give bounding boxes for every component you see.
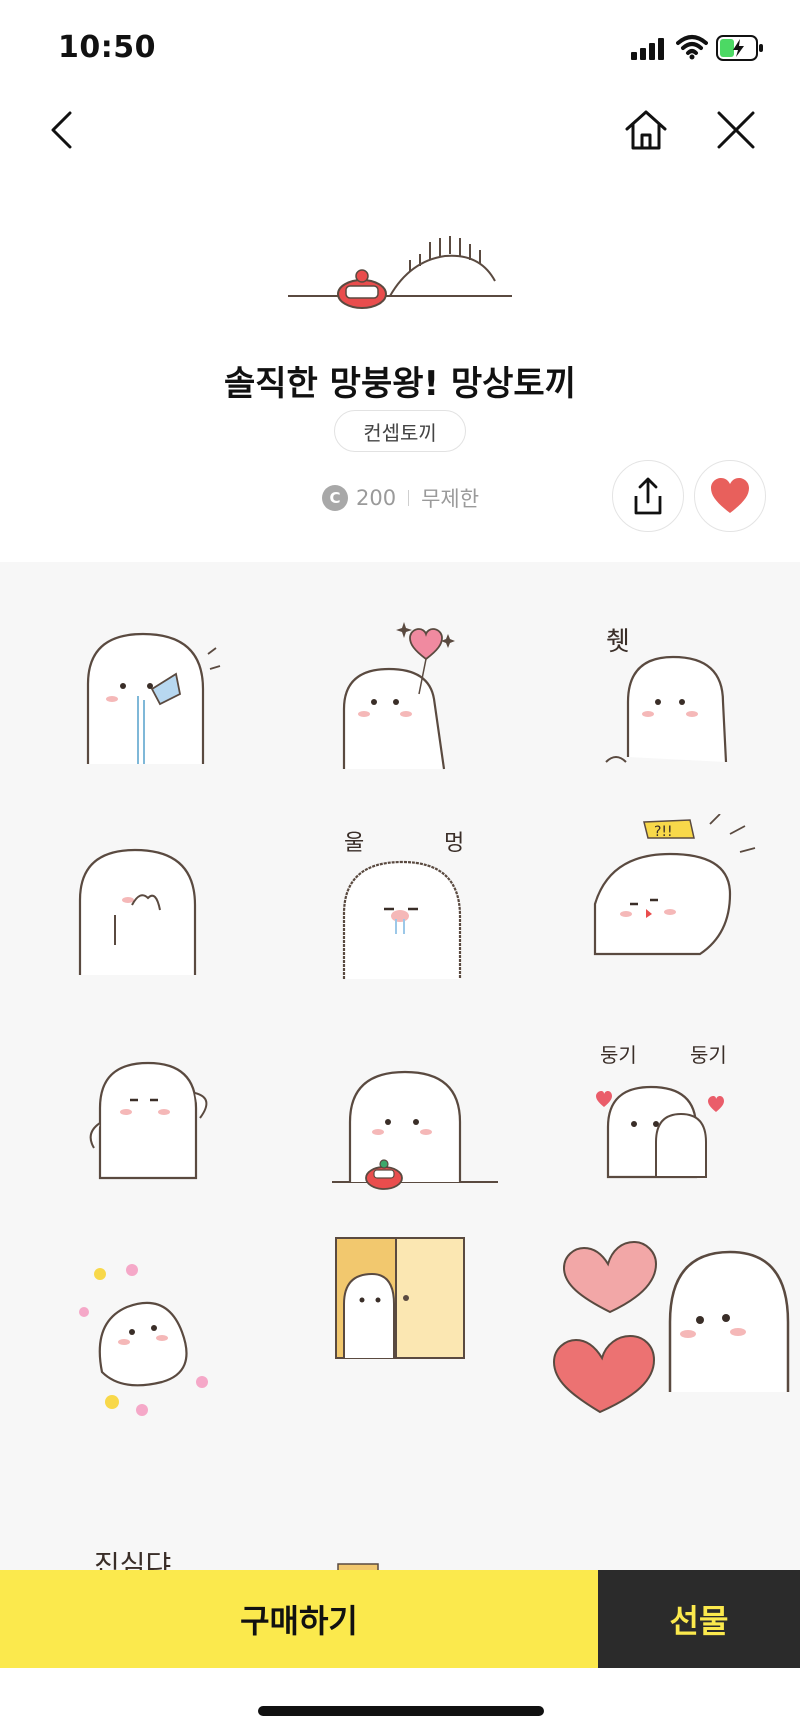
rabbit-heart-balloon-sticker[interactable] [334,614,504,784]
rabbit-hiding-face-sticker[interactable] [70,820,240,990]
rabbit-surprised-image: ?!! [593,813,756,956]
author-chip[interactable]: 컨셉토끼 [334,410,466,452]
close-icon [717,111,755,149]
sticker-partial-2-image [337,1563,379,1570]
status-time: 10:50 [58,30,156,65]
home-indicator[interactable] [258,1706,544,1716]
sticker-grid: 췟 울 멍 ?!! 둥기 둥기 진심댜 [0,562,800,1570]
rabbit-door-peek-image [335,1237,465,1359]
sticker-text: 멍 [444,831,464,856]
cellular-signal-icon [631,36,667,60]
sticker-text: 울 [344,831,364,856]
gift-button[interactable]: 선물 [598,1570,800,1668]
rabbit-with-clock-image [332,1070,498,1190]
usage-period: 무제한 [421,487,480,511]
battery-charging-icon [716,35,763,61]
sticker-text: 췟 [606,627,630,657]
price-divider [408,490,410,506]
share-button[interactable] [612,460,684,532]
sticker-partial-2[interactable] [334,1560,504,1570]
sticker-text: 둥기 [690,1043,727,1067]
rabbit-crying-sticker[interactable]: 울 멍 [334,824,504,994]
rabbit-door-peek-sticker[interactable] [334,1234,504,1404]
sticker-text: ?!! [654,824,673,840]
share-icon [634,477,662,515]
status-bar: 10:50 [0,0,800,96]
coin-icon: C [322,485,348,511]
wifi-icon [676,35,708,60]
rabbit-shy-image: 췟 [605,627,728,763]
rabbit-hugging-doll-image: 둥기 둥기 [596,1043,727,1179]
rabbit-flexing-sticker[interactable] [80,1038,250,1208]
rabbit-two-hearts-image [552,1240,790,1414]
sticker-text: 둥기 [600,1043,637,1067]
rabbit-two-hearts-sticker[interactable] [540,1202,790,1452]
rabbit-drinking-sticker[interactable] [68,614,238,784]
rabbit-heart-balloon-image [342,622,455,770]
rabbit-crying-image: 울 멍 [342,831,464,979]
rabbit-hugging-doll-sticker[interactable]: 둥기 둥기 [596,1032,766,1202]
rabbit-flowers-sticker[interactable] [72,1252,242,1422]
rabbit-hiding-face-image [78,848,197,975]
rabbit-flexing-image [89,1061,208,1180]
rabbit-surprised-sticker[interactable]: ?!! [590,813,760,984]
home-button[interactable] [614,98,678,162]
rabbit-shy-sticker[interactable]: 췟 [598,612,768,782]
buy-button[interactable]: 구매하기 [0,1570,598,1668]
sticker-pack-title: 솔직한 망붕왕! 망상토끼 [224,364,576,404]
chevron-left-icon [51,111,72,149]
rabbit-peek-text-sticker[interactable]: 진심댜 [70,1548,240,1570]
rabbit-peek-text-image: 진심댜 [94,1548,171,1570]
rabbit-drinking-image [86,632,221,764]
rabbit-with-clock-sticker[interactable] [330,1032,500,1202]
heart-icon [711,478,749,513]
rabbit-flowers-image [79,1264,208,1416]
sticker-text: 진심댜 [94,1552,171,1570]
price-info: C 200 무제한 [322,483,479,513]
back-button[interactable] [30,98,94,162]
home-icon [625,110,667,150]
close-button[interactable] [704,98,768,162]
price-value: 200 [356,486,397,510]
sticker-pack-thumbnail [288,236,512,309]
like-button[interactable] [694,460,766,532]
